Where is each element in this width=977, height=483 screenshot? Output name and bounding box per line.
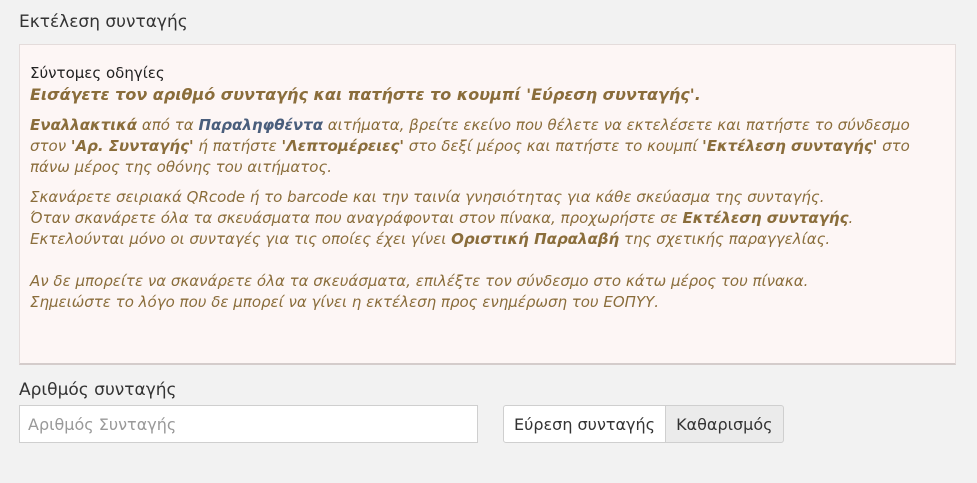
text-fragment: . xyxy=(848,209,854,227)
find-prescription-button[interactable]: Εύρεση συνταγής xyxy=(503,405,667,443)
clear-button[interactable]: Καθαρισμός xyxy=(666,405,784,443)
text-fragment: της σχετικής παραγγελίας. xyxy=(619,230,831,248)
text-fragment: ή πατήστε xyxy=(193,137,282,155)
text-fragment: από τα xyxy=(137,116,199,134)
execute-prescription-ref: Εκτέλεση συνταγής xyxy=(682,209,849,227)
prescription-number-label: Αριθμός συνταγής xyxy=(19,380,177,400)
alternative-label: Εναλλακτικά xyxy=(30,116,138,134)
prescription-number-input[interactable] xyxy=(19,405,478,443)
execute-prescription-ref: 'Εκτέλεση συνταγής' xyxy=(702,137,878,155)
text-fragment: Σημειώστε το λόγο που δε μπορεί να γίνει… xyxy=(30,293,660,311)
text-fragment: στο δεξί μέρος και πατήστε το κουμπί xyxy=(403,137,703,155)
prescription-execution-page: Εκτέλεση συνταγής Σύντομες οδηγίες Εισάγ… xyxy=(0,0,977,483)
details-ref: 'Λεπτομέρειες' xyxy=(281,137,404,155)
section-title: Εκτέλεση συνταγής xyxy=(19,12,188,32)
text-fragment: Εκτελούνται μόνο οι συνταγές για τις οπο… xyxy=(30,230,452,248)
search-button-group: Εύρεση συνταγής Καθαρισμός xyxy=(503,405,784,443)
text-fragment: Όταν σκανάρετε όλα τα σκευάσματα που ανα… xyxy=(30,209,683,227)
instructions-panel: Σύντομες οδηγίες Εισάγετε τον αριθμό συν… xyxy=(19,44,956,365)
instructions-lead: Εισάγετε τον αριθμό συνταγής και πατήστε… xyxy=(30,85,701,104)
instructions-paragraph-alternative: Εναλλακτικά από τα Παραληφθέντα αιτήματα… xyxy=(30,115,945,178)
prescription-number-ref: 'Αρ. Συνταγής' xyxy=(70,137,194,155)
final-receipt-ref: Οριστική Παραλαβή xyxy=(451,230,620,248)
instructions-paragraph-scan: Σκανάρετε σειριακά QRcode ή το barcode κ… xyxy=(30,187,945,313)
received-requests-link[interactable]: Παραληφθέντα xyxy=(198,116,323,134)
instructions-heading: Σύντομες οδηγίες xyxy=(30,64,165,82)
text-fragment: Σκανάρετε σειριακά QRcode ή το barcode κ… xyxy=(30,188,825,206)
text-fragment: Αν δε μπορείτε να σκανάρετε όλα τα σκευά… xyxy=(30,272,809,290)
